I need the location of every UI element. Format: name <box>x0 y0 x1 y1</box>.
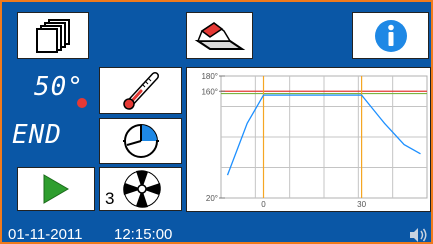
stacked-documents-icon <box>36 18 70 53</box>
y-tick-label: 180° <box>201 72 218 81</box>
x-tick-label: 0 <box>261 200 266 209</box>
cycle-status: END <box>12 120 62 150</box>
start-button[interactable] <box>17 167 95 211</box>
status-bar: 01-11-2011 12:15:00 <box>2 226 431 243</box>
control-panel-screen: 50° END 3 180° 160° 20° 0 30 01-11-2011 … <box>0 0 433 244</box>
programs-button[interactable] <box>17 12 89 59</box>
heating-indicator <box>77 98 87 108</box>
eraser-icon <box>194 21 245 50</box>
thermometer-icon <box>122 71 159 110</box>
date-display: 01-11-2011 <box>8 226 83 243</box>
fan-button[interactable]: 3 <box>99 167 182 211</box>
temperature-button[interactable] <box>99 67 182 114</box>
temperature-chart: 180° 160° 20° 0 30 <box>186 67 431 212</box>
timer-button[interactable] <box>99 118 182 164</box>
play-icon <box>43 174 69 204</box>
temperature-chart-plot: 180° 160° 20° 0 30 <box>201 72 428 209</box>
time-display: 12:15:00 <box>114 226 173 243</box>
erase-button[interactable] <box>186 12 253 59</box>
fan-icon <box>123 170 161 208</box>
speaker-icon[interactable] <box>408 227 428 243</box>
timer-icon <box>122 124 159 158</box>
temperature-readout: 50° <box>34 72 84 102</box>
y-tick-label: 160° <box>201 87 218 96</box>
fan-level: 3 <box>105 189 115 208</box>
info-button[interactable] <box>352 12 429 59</box>
y-tick-label: 20° <box>206 194 218 203</box>
x-tick-label: 30 <box>357 200 366 209</box>
info-icon <box>374 19 407 52</box>
